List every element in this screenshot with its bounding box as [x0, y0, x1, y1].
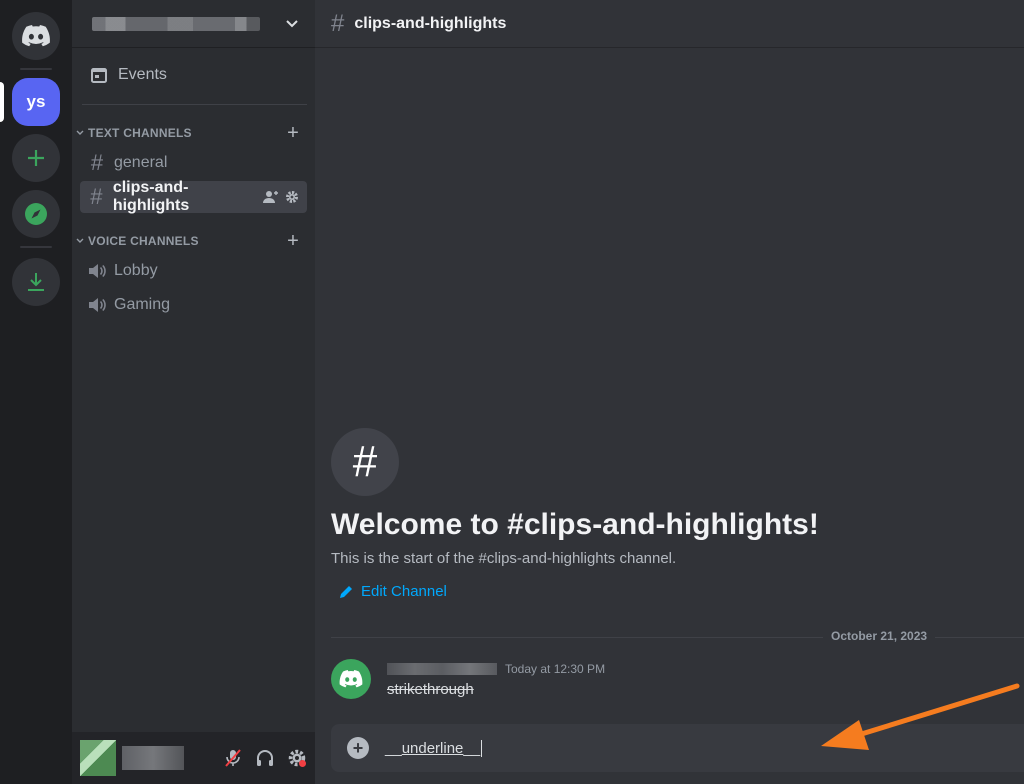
message-input[interactable]: __underline__ [385, 739, 483, 757]
headphones-icon[interactable] [255, 748, 275, 768]
text-channel-hash-icon: # [90, 184, 103, 209]
rail-divider [20, 68, 52, 70]
voice-channel-gaming[interactable]: Gaming [80, 289, 307, 321]
server-header[interactable] [72, 0, 315, 48]
download-apps-button[interactable] [12, 258, 60, 306]
explore-servers-button[interactable] [12, 190, 60, 238]
microphone-muted-icon[interactable] [223, 748, 243, 768]
channel-welcome: # Welcome to #clips-and-highlights! This… [331, 428, 819, 600]
user-panel [72, 732, 315, 784]
calendar-icon [91, 68, 107, 83]
category-label: TEXT CHANNELS [88, 126, 192, 140]
plus-icon [28, 150, 44, 166]
server-name-redacted [92, 16, 260, 31]
channel-name: Gaming [114, 296, 171, 313]
message-timestamp: Today at 12:30 PM [505, 662, 606, 676]
channel-title: clips-and-highlights [354, 14, 507, 32]
add-server-button[interactable] [12, 134, 60, 182]
chat-area: # clips-and-highlights # Welcome to #cli… [315, 0, 1024, 784]
message-text: strikethrough [387, 681, 474, 698]
channel-sidebar: Events TEXT CHANNELS + # general # clips… [72, 0, 315, 784]
annotation-arrow-icon [821, 683, 1020, 750]
channel-clips-and-highlights[interactable]: # clips-and-highlights [80, 179, 307, 214]
active-server-indicator [0, 82, 4, 122]
category-voice-channels[interactable]: VOICE CHANNELS + [72, 229, 315, 253]
text-channel-hash-icon: # [331, 9, 345, 37]
compass-icon [25, 203, 47, 225]
user-avatar-redacted[interactable] [80, 740, 116, 776]
chevron-down-icon [76, 238, 84, 243]
discord-app: ys Events TEXT CHANNELS + # general # cl… [0, 0, 1024, 784]
message: Today at 12:30 PM strikethrough [331, 659, 605, 699]
welcome-subtitle: This is the start of the #clips-and-high… [331, 550, 677, 567]
download-icon [28, 273, 44, 291]
user-settings-gear-icon[interactable] [287, 748, 307, 768]
gear-icon[interactable] [285, 190, 299, 204]
date-divider: October 21, 2023 [823, 629, 936, 643]
pencil-icon [340, 585, 352, 598]
invite-user-icon[interactable] [263, 190, 279, 204]
speaker-icon [89, 264, 106, 278]
server-ys[interactable]: ys [12, 78, 60, 126]
input-value: underline [401, 739, 464, 757]
username-redacted [122, 746, 184, 770]
discord-logo-icon [22, 25, 50, 47]
create-channel-plus-icon[interactable]: + [287, 230, 299, 253]
edit-channel-label: Edit Channel [361, 583, 447, 600]
channel-name: clips-and-highlights [112, 179, 190, 214]
message-avatar[interactable] [331, 659, 371, 699]
events-item[interactable]: Events [80, 58, 307, 92]
events-label: Events [118, 66, 167, 83]
category-text-channels[interactable]: TEXT CHANNELS + [72, 121, 315, 145]
markdown-prefix: __ [385, 739, 402, 757]
text-channel-hash-icon: # [90, 150, 104, 175]
welcome-title: Welcome to #clips-and-highlights! [331, 508, 819, 541]
category-label: VOICE CHANNELS [88, 234, 199, 248]
markdown-suffix: __ [463, 739, 481, 757]
rail-divider [20, 246, 52, 248]
discord-logo-icon [339, 670, 363, 688]
channel-hash-icon: # [331, 428, 399, 496]
attach-plus-icon[interactable]: + [347, 737, 369, 759]
channel-general[interactable]: # general [80, 147, 307, 179]
channel-name: Lobby [114, 262, 158, 279]
speaker-icon [89, 298, 106, 312]
voice-channel-lobby[interactable]: Lobby [80, 255, 307, 287]
home-button[interactable] [12, 12, 60, 60]
divider [82, 104, 307, 105]
server-rail: ys [0, 0, 72, 784]
edit-channel-link[interactable]: Edit Channel [331, 583, 819, 600]
message-author-redacted[interactable] [387, 663, 497, 675]
create-channel-plus-icon[interactable]: + [287, 122, 299, 145]
chevron-down-icon [76, 130, 84, 135]
channel-name: general [114, 154, 168, 171]
channel-header: # clips-and-highlights [315, 0, 1024, 48]
chevron-down-icon [285, 16, 299, 32]
